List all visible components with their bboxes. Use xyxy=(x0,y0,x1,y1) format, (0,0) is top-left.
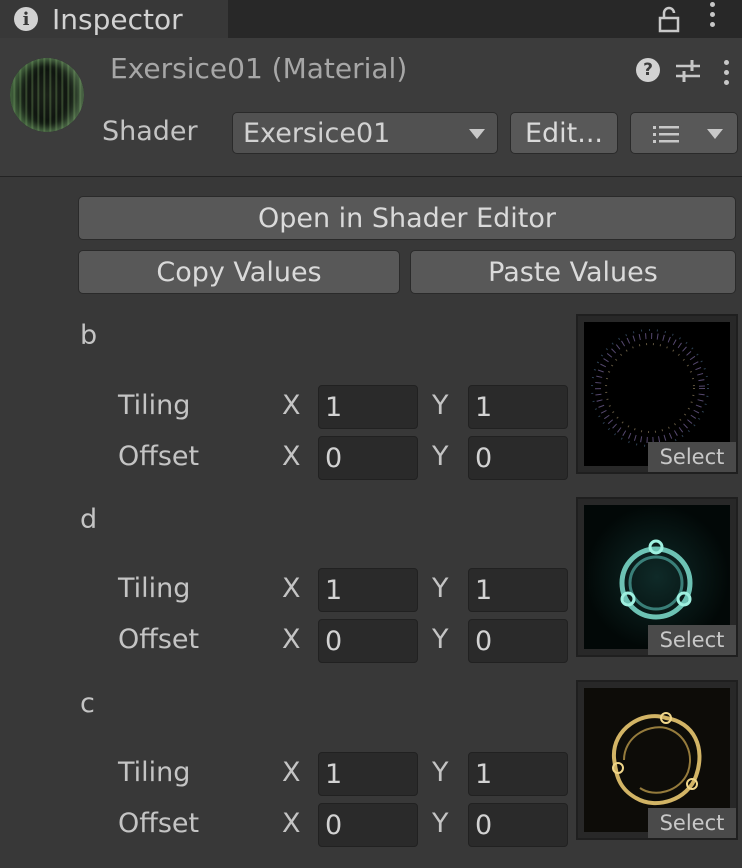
texture-slot[interactable]: Select xyxy=(576,497,738,657)
open-shader-editor-button[interactable]: Open in Shader Editor xyxy=(78,196,736,240)
shader-options-dropdown[interactable] xyxy=(630,112,738,154)
edit-shader-button[interactable]: Edit... xyxy=(510,112,618,154)
material-header: Exersice01 (Material) ? Shader Exersice0… xyxy=(0,38,742,177)
offset-y-field[interactable]: 0 xyxy=(468,803,568,847)
texture-slot[interactable]: Select xyxy=(576,680,738,840)
x-axis-label: X xyxy=(282,757,301,788)
tab-title: Inspector xyxy=(52,2,183,36)
x-axis-label: X xyxy=(282,808,301,839)
tiling-y-field[interactable]: 1 xyxy=(468,385,568,429)
y-axis-label: Y xyxy=(432,624,449,655)
material-title: Exersice01 (Material) xyxy=(110,52,408,85)
y-axis-label: Y xyxy=(432,573,449,604)
offset-y-field[interactable]: 0 xyxy=(468,436,568,480)
tiling-y-field[interactable]: 1 xyxy=(468,752,568,796)
chevron-down-icon xyxy=(469,129,485,139)
tiling-y-field[interactable]: 1 xyxy=(468,568,568,612)
tab-bar: i Inspector xyxy=(0,0,742,38)
material-preview-sphere xyxy=(10,58,84,132)
material-menu-icon[interactable] xyxy=(722,60,730,85)
offset-label: Offset xyxy=(118,808,200,839)
property-name: b xyxy=(80,320,98,351)
y-axis-label: Y xyxy=(432,757,449,788)
paste-values-button[interactable]: Paste Values xyxy=(410,250,736,294)
settings-sliders-icon[interactable] xyxy=(674,58,702,84)
x-axis-label: X xyxy=(282,624,301,655)
offset-y-field[interactable]: 0 xyxy=(468,619,568,663)
lock-icon[interactable] xyxy=(656,6,682,34)
offset-label: Offset xyxy=(118,441,200,472)
texture-slot[interactable]: Select xyxy=(576,314,738,474)
x-axis-label: X xyxy=(282,441,301,472)
select-texture-button[interactable]: Select xyxy=(648,442,736,472)
shader-dropdown[interactable]: Exersice01 xyxy=(232,112,498,154)
list-icon xyxy=(653,126,679,143)
copy-values-button[interactable]: Copy Values xyxy=(78,250,400,294)
tiling-x-field[interactable]: 1 xyxy=(318,385,418,429)
select-texture-button[interactable]: Select xyxy=(648,808,736,838)
property-name: c xyxy=(80,688,95,719)
y-axis-label: Y xyxy=(432,441,449,472)
inspector-tab[interactable]: i Inspector xyxy=(0,0,228,38)
offset-label: Offset xyxy=(118,624,200,655)
shader-label: Shader xyxy=(102,116,198,147)
tiling-label: Tiling xyxy=(118,757,191,788)
property-name: d xyxy=(80,504,98,535)
x-axis-label: X xyxy=(282,573,301,604)
shader-value: Exersice01 xyxy=(243,117,391,149)
offset-x-field[interactable]: 0 xyxy=(318,619,418,663)
x-axis-label: X xyxy=(282,390,301,421)
chevron-down-icon xyxy=(707,129,723,139)
help-icon[interactable]: ? xyxy=(636,58,660,82)
offset-x-field[interactable]: 0 xyxy=(318,803,418,847)
kebab-menu-icon[interactable] xyxy=(708,2,716,27)
tiling-label: Tiling xyxy=(118,573,191,604)
tiling-x-field[interactable]: 1 xyxy=(318,752,418,796)
y-axis-label: Y xyxy=(432,390,449,421)
tiling-x-field[interactable]: 1 xyxy=(318,568,418,612)
tiling-label: Tiling xyxy=(118,390,191,421)
info-icon: i xyxy=(14,7,38,31)
select-texture-button[interactable]: Select xyxy=(648,625,736,655)
offset-x-field[interactable]: 0 xyxy=(318,436,418,480)
y-axis-label: Y xyxy=(432,808,449,839)
